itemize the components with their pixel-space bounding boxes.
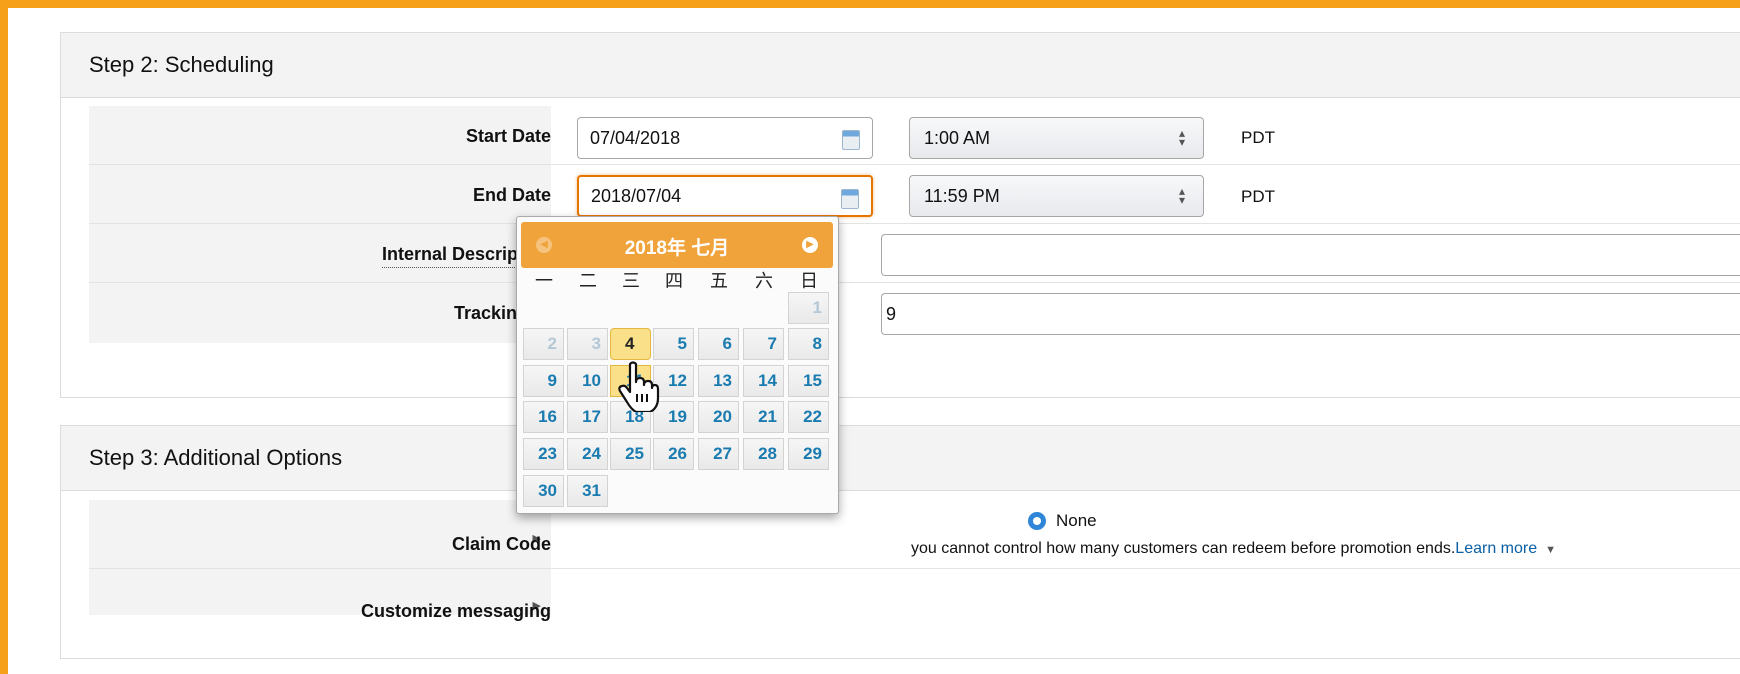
calendar-day[interactable]: 20 xyxy=(698,401,739,433)
calendar-day[interactable]: 29 xyxy=(788,438,829,470)
select-arrows-icon: ▴ ▾ xyxy=(1178,184,1185,207)
calendar-day[interactable]: 22 xyxy=(788,401,829,433)
calendar-day[interactable]: 14 xyxy=(743,365,784,397)
scheduling-title: Step 2: Scheduling xyxy=(61,33,1740,98)
scheduling-section: Step 2: Scheduling Start Date 07/04/2018… xyxy=(60,32,1740,398)
end-timezone: PDT xyxy=(1241,187,1275,206)
start-timezone: PDT xyxy=(1241,128,1275,147)
calendar-day[interactable]: 10 xyxy=(567,365,608,397)
calendar-day[interactable]: 25 xyxy=(610,438,651,470)
end-time-select[interactable]: 11:59 PM ▴ ▾ xyxy=(909,175,1204,217)
start-date-input[interactable]: 07/04/2018 xyxy=(577,117,873,159)
calendar-day[interactable]: 21 xyxy=(743,401,784,433)
weekday-header: 四 xyxy=(665,271,683,291)
calendar-day[interactable]: 1 xyxy=(788,292,829,324)
end-date-input[interactable]: 2018/07/04 xyxy=(577,175,873,217)
chevron-down-icon[interactable]: ▼ xyxy=(1545,544,1556,556)
calendar-day[interactable]: 5 xyxy=(653,328,694,360)
calendar-day[interactable]: 3 xyxy=(567,328,608,360)
calendar-day[interactable]: 7 xyxy=(743,328,784,360)
datepicker-header: ◀ 2018年 七月 ▶ xyxy=(521,222,833,268)
calendar-day[interactable]: 23 xyxy=(523,438,564,470)
calendar-day[interactable]: 15 xyxy=(788,365,829,397)
end-date-label: End Date xyxy=(472,185,551,205)
calendar-day[interactable]: 16 xyxy=(523,401,564,433)
tracking-id-input[interactable]: 9 xyxy=(881,293,1740,335)
internal-description-row: Internal Description xyxy=(89,224,1740,282)
calendar-day[interactable]: 28 xyxy=(743,438,784,470)
window-frame-top xyxy=(0,0,1740,8)
start-date-label: Start Date xyxy=(465,126,551,146)
calendar-icon[interactable] xyxy=(842,130,860,150)
calendar-day[interactable]: 4 xyxy=(610,328,651,360)
hand-cursor-icon xyxy=(618,361,660,412)
calendar-day[interactable]: 6 xyxy=(698,328,739,360)
learn-more-link[interactable]: Learn more xyxy=(1455,540,1537,557)
calendar-day[interactable]: 17 xyxy=(567,401,608,433)
internal-description-input[interactable] xyxy=(881,234,1740,276)
start-date-row: Start Date 07/04/2018 1:00 AM ▴ ▾ PDT xyxy=(89,106,1740,164)
claim-code-none-label: None xyxy=(1056,511,1097,530)
additional-options-title: Step 3: Additional Options xyxy=(61,426,1740,491)
calendar-day[interactable]: 9 xyxy=(523,365,564,397)
calendar-day[interactable]: 24 xyxy=(567,438,608,470)
calendar-day[interactable]: 13 xyxy=(698,365,739,397)
weekday-header: 三 xyxy=(622,271,640,291)
calendar-day[interactable]: 2 xyxy=(523,328,564,360)
claim-code-note: you cannot control how many customers ca… xyxy=(911,540,1557,557)
calendar-day[interactable]: 31 xyxy=(567,475,608,507)
tracking-id-row: Tracking ID 9 xyxy=(89,283,1740,343)
claim-code-row: ▶ Claim Code None you cannot control how … xyxy=(89,500,1740,568)
end-date-row: End Date 2018/07/04 11:59 PM ▴ ▾ PDT xyxy=(89,165,1740,223)
customize-messaging-row: ▶ Customize messaging xyxy=(89,569,1740,621)
calendar-day[interactable]: 30 xyxy=(523,475,564,507)
weekday-header: 二 xyxy=(579,271,597,291)
select-arrows-icon: ▴ ▾ xyxy=(1178,126,1185,149)
calendar-icon[interactable] xyxy=(841,189,859,209)
datepicker-popup: ◀ 2018年 七月 ▶ 一二三四五六日12345678910111213141… xyxy=(516,216,839,514)
claim-code-none-radio[interactable] xyxy=(1028,512,1046,530)
weekday-header: 六 xyxy=(755,271,773,291)
calendar-day[interactable]: 27 xyxy=(698,438,739,470)
start-time-select[interactable]: 1:00 AM ▴ ▾ xyxy=(909,117,1204,159)
calendar-day[interactable]: 8 xyxy=(788,328,829,360)
datepicker-month-title: 2018年 七月 xyxy=(624,238,730,259)
window-frame-left xyxy=(0,0,8,674)
calendar-day[interactable]: 26 xyxy=(653,438,694,470)
weekday-header: 五 xyxy=(710,271,728,291)
weekday-header: 一 xyxy=(535,271,553,291)
next-month-icon[interactable]: ▶ xyxy=(802,237,818,253)
additional-options-section: Step 3: Additional Options ▶ Claim Code N… xyxy=(60,425,1740,659)
weekday-header: 日 xyxy=(800,271,818,291)
